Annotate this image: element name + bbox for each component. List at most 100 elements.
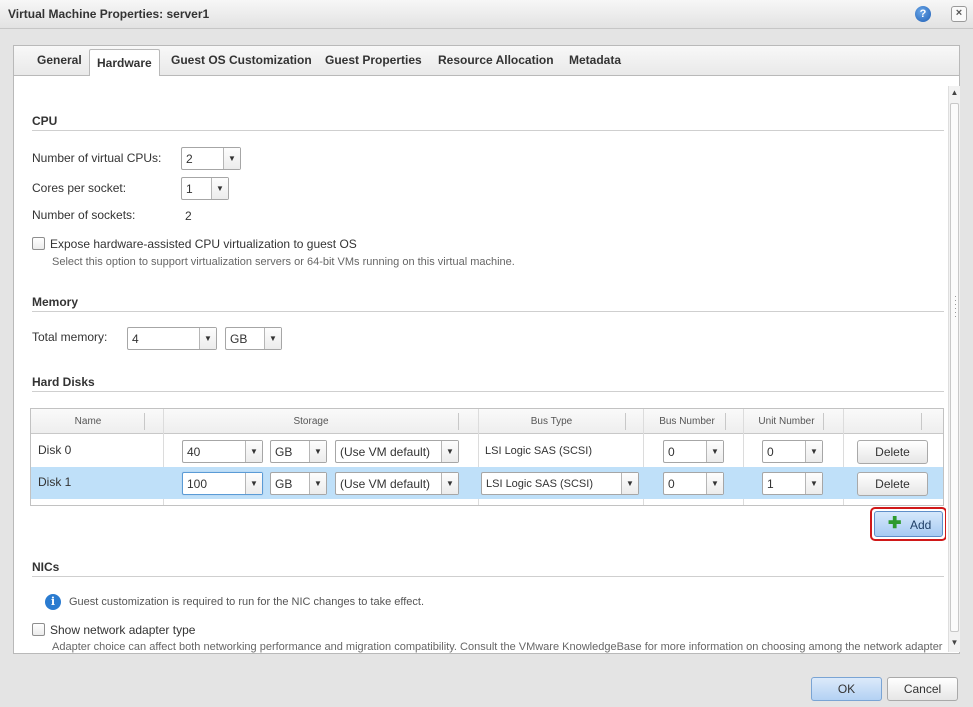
unit-number-select[interactable]: 0 ▼ <box>762 440 823 463</box>
unit-number-value: 1 <box>767 477 774 491</box>
window-title: Virtual Machine Properties: server1 <box>8 7 210 21</box>
disk-size-value: 100 <box>187 477 208 491</box>
tab-hardware[interactable]: Hardware <box>89 49 160 77</box>
delete-disk-button[interactable]: Delete <box>857 440 928 464</box>
disk-unit-value: GB <box>275 445 293 459</box>
hard-disks-table: Name Storage Bus Type Bus Number Unit Nu… <box>30 408 944 506</box>
bus-type-select[interactable]: LSI Logic SAS (SCSI) ▼ <box>481 472 639 495</box>
num-vcpus-label: Number of virtual CPUs: <box>32 151 162 165</box>
column-header-bus-type[interactable]: Bus Type <box>479 416 624 427</box>
disk-size-value: 40 <box>187 445 201 459</box>
column-resize-handle[interactable] <box>458 413 459 430</box>
unit-number-value: 0 <box>767 445 774 459</box>
scroll-down-icon[interactable]: ▼ <box>949 636 960 650</box>
column-resize-handle[interactable] <box>921 413 922 430</box>
cores-per-socket-select[interactable]: 1 ▼ <box>181 177 229 200</box>
close-icon[interactable]: × <box>951 6 967 22</box>
show-adapter-type-checkbox[interactable] <box>32 623 45 636</box>
chevron-down-icon: ▼ <box>805 473 822 494</box>
memory-divider <box>32 311 944 312</box>
hard-disks-divider <box>32 391 944 392</box>
scroll-up-icon[interactable]: ▲ <box>949 86 960 100</box>
storage-policy-select[interactable]: (Use VM default) ▼ <box>335 440 459 463</box>
column-resize-handle[interactable] <box>725 413 726 430</box>
tab-metadata[interactable]: Metadata <box>569 53 621 67</box>
tab-guest-os-customization[interactable]: Guest OS Customization <box>171 53 312 67</box>
num-sockets-label: Number of sockets: <box>32 208 136 222</box>
hard-disks-section-title: Hard Disks <box>32 375 95 389</box>
tab-resource-allocation[interactable]: Resource Allocation <box>438 53 554 67</box>
chevron-down-icon: ▼ <box>621 473 638 494</box>
chevron-down-icon: ▼ <box>309 473 326 494</box>
column-header-bus-number[interactable]: Bus Number <box>644 416 730 427</box>
nics-section-title: NICs <box>32 560 60 574</box>
disk-size-input[interactable]: 40 ▼ <box>182 440 263 463</box>
chevron-down-icon: ▼ <box>199 328 216 349</box>
hardware-content: CPU Number of virtual CPUs: 2 ▼ Cores pe… <box>14 76 946 653</box>
bus-number-select[interactable]: 0 ▼ <box>663 440 724 463</box>
unit-number-select[interactable]: 1 ▼ <box>762 472 823 495</box>
ok-button[interactable]: OK <box>811 677 882 701</box>
column-resize-handle[interactable] <box>625 413 626 430</box>
cores-per-socket-label: Cores per socket: <box>32 181 127 195</box>
disk-size-input[interactable]: 100 ▼ <box>182 472 263 495</box>
disk-unit-select[interactable]: GB ▼ <box>270 440 327 463</box>
num-vcpus-value: 2 <box>186 152 193 166</box>
cancel-button[interactable]: Cancel <box>887 677 958 701</box>
column-resize-handle[interactable] <box>144 413 145 430</box>
bus-number-select[interactable]: 0 ▼ <box>663 472 724 495</box>
expose-hw-virtualization-label: Expose hardware-assisted CPU virtualizat… <box>50 237 357 251</box>
tab-guest-properties[interactable]: Guest Properties <box>325 53 422 67</box>
grip-icon: · · · · · · <box>954 291 957 321</box>
cpu-divider <box>32 130 944 131</box>
chevron-down-icon: ▼ <box>309 441 326 462</box>
disk-unit-value: GB <box>275 477 293 491</box>
storage-policy-value: (Use VM default) <box>340 477 431 491</box>
table-row[interactable]: Disk 0 40 ▼ GB ▼ (Use VM default) ▼ LSI … <box>31 435 943 467</box>
bus-number-value: 0 <box>668 445 675 459</box>
chevron-down-icon: ▼ <box>706 473 723 494</box>
chevron-down-icon: ▼ <box>805 441 822 462</box>
column-header-name[interactable]: Name <box>31 416 145 427</box>
help-icon[interactable]: ? <box>915 6 931 22</box>
add-disk-button[interactable]: ✚ Add <box>874 511 943 537</box>
cores-per-socket-value: 1 <box>186 182 193 196</box>
delete-disk-button[interactable]: Delete <box>857 472 928 496</box>
table-header: Name Storage Bus Type Bus Number Unit Nu… <box>31 409 943 434</box>
column-resize-handle[interactable] <box>823 413 824 430</box>
column-header-unit-number[interactable]: Unit Number <box>744 416 829 427</box>
vertical-scrollbar[interactable]: ▲ · · · · · · ▼ <box>948 86 960 652</box>
expose-hw-virtualization-hint: Select this option to support virtualiza… <box>52 256 515 268</box>
chevron-down-icon: ▼ <box>245 441 262 462</box>
num-vcpus-select[interactable]: 2 ▼ <box>181 147 241 170</box>
info-icon: i <box>45 594 61 610</box>
chevron-down-icon: ▼ <box>441 473 458 494</box>
plus-icon: ✚ <box>888 515 902 532</box>
chevron-down-icon: ▼ <box>441 441 458 462</box>
total-memory-select[interactable]: 4 ▼ <box>127 327 217 350</box>
memory-unit-select[interactable]: GB ▼ <box>225 327 282 350</box>
title-bar: Virtual Machine Properties: server1 ? × <box>0 0 973 29</box>
add-disk-label: Add <box>910 518 932 532</box>
adapter-choice-hint: Adapter choice can affect both networkin… <box>52 641 943 653</box>
storage-policy-value: (Use VM default) <box>340 445 431 459</box>
chevron-down-icon: ▼ <box>211 178 228 199</box>
tab-bar: General Hardware Guest OS Customization … <box>14 46 959 77</box>
tab-general[interactable]: General <box>37 53 82 67</box>
scrollbar-thumb[interactable]: · · · · · · <box>950 103 959 632</box>
properties-panel: General Hardware Guest OS Customization … <box>13 45 960 654</box>
storage-policy-select[interactable]: (Use VM default) ▼ <box>335 472 459 495</box>
bus-type-value: LSI Logic SAS (SCSI) <box>486 478 593 490</box>
num-sockets-value: 2 <box>185 209 192 223</box>
table-row[interactable]: Disk 1 100 ▼ GB ▼ (Use VM default) ▼ LSI… <box>31 467 943 499</box>
bus-number-value: 0 <box>668 477 675 491</box>
bus-type-value: LSI Logic SAS (SCSI) <box>485 445 592 457</box>
total-memory-label: Total memory: <box>32 330 108 344</box>
chevron-down-icon: ▼ <box>223 148 240 169</box>
disk-unit-select[interactable]: GB ▼ <box>270 472 327 495</box>
column-header-storage[interactable]: Storage <box>165 416 457 427</box>
disk-name: Disk 1 <box>38 475 72 489</box>
expose-hw-virtualization-checkbox[interactable] <box>32 237 45 250</box>
nics-divider <box>32 576 944 577</box>
memory-section-title: Memory <box>32 295 79 309</box>
